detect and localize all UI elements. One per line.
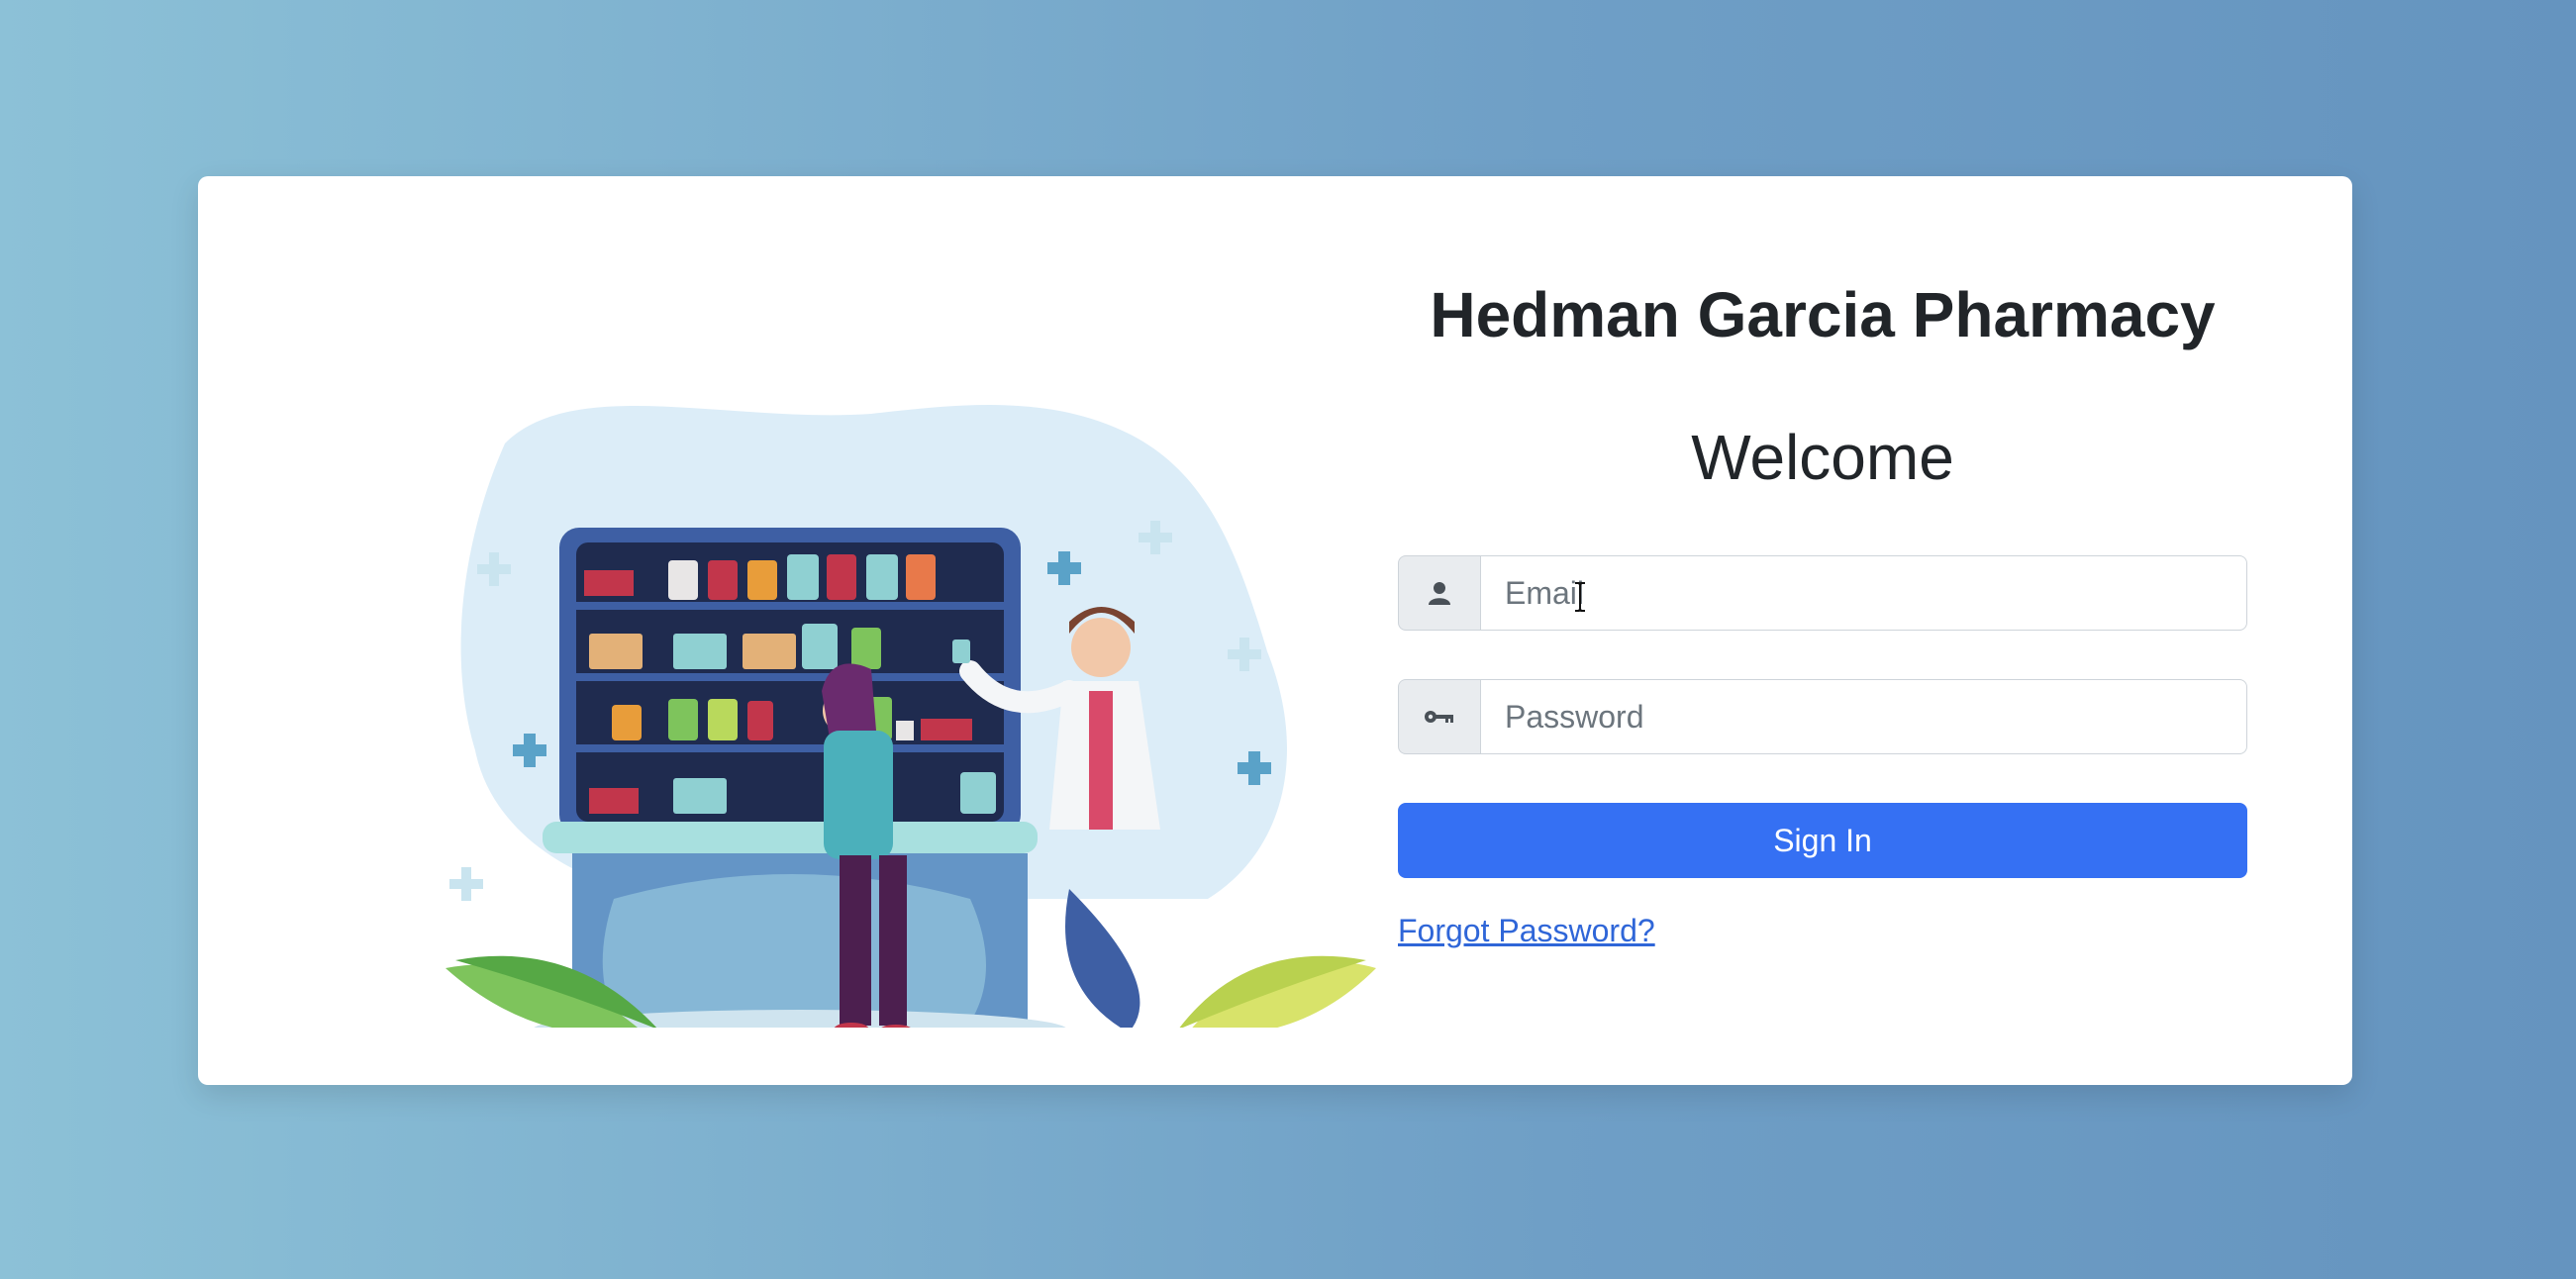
welcome-heading: Welcome: [1691, 422, 1954, 493]
brand-title: Hedman Garcia Pharmacy: [1430, 279, 2216, 350]
login-card: Hedman Garcia Pharmacy Welcome Email Sig…: [198, 176, 2352, 1085]
text-cursor-icon: [1574, 582, 1586, 617]
password-input-group: [1398, 679, 2247, 754]
email-input-group: [1398, 555, 2247, 631]
email-field[interactable]: [1480, 555, 2247, 631]
forgot-password-link[interactable]: Forgot Password?: [1398, 913, 1655, 949]
login-form-panel: Hedman Garcia Pharmacy Welcome Email Sig…: [1398, 176, 2247, 1085]
user-icon: [1398, 555, 1480, 631]
pharmacy-illustration: [317, 295, 1406, 1028]
password-field[interactable]: [1480, 679, 2247, 754]
key-icon: [1398, 679, 1480, 754]
sign-in-button[interactable]: Sign In: [1398, 803, 2247, 878]
